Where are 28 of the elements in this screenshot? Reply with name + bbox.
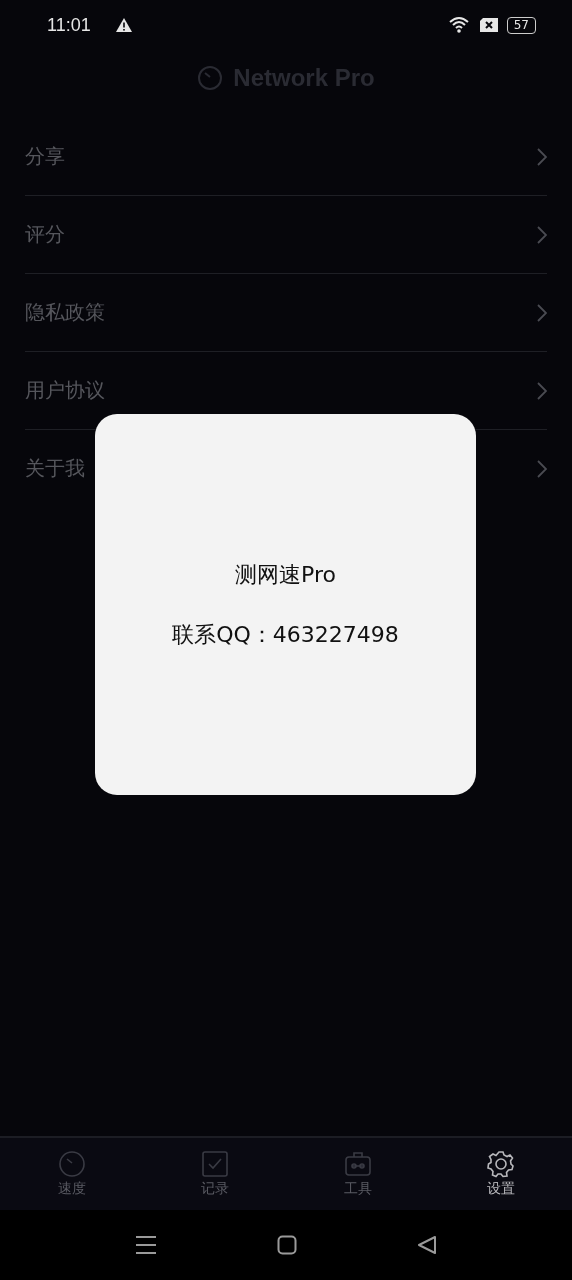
- menu-item[interactable]: 评分: [25, 196, 547, 274]
- warning-icon: [114, 17, 133, 33]
- menu-item[interactable]: 隐私政策: [25, 274, 547, 352]
- status-time: 11:01: [47, 14, 91, 36]
- chevron-icon: [537, 459, 547, 478]
- dialog-title: 测网速Pro: [235, 560, 336, 589]
- chevron-icon: [537, 225, 547, 244]
- battery-indicator: 57: [506, 16, 536, 34]
- wifi-icon: [448, 16, 471, 34]
- contact-text: 联系QQ：463227498: [172, 620, 399, 649]
- speedometer-icon: [57, 1150, 86, 1178]
- speedometer-icon: [197, 65, 224, 91]
- menu-item[interactable]: 分享: [25, 118, 547, 196]
- chevron-icon: [537, 303, 547, 322]
- back-icon[interactable]: [417, 1235, 437, 1255]
- checkbox-icon: [200, 1150, 229, 1178]
- tab[interactable]: 速度: [0, 1138, 143, 1210]
- menu-icon[interactable]: [135, 1235, 157, 1255]
- chevron-icon: [537, 147, 547, 166]
- tab[interactable]: 工具: [286, 1138, 429, 1210]
- tab[interactable]: 记录: [143, 1138, 286, 1210]
- chevron-icon: [537, 381, 547, 400]
- no-sim-icon: [478, 17, 499, 33]
- toolbox-icon: [343, 1150, 372, 1178]
- home-icon[interactable]: [277, 1235, 297, 1255]
- settings-icon: [486, 1150, 515, 1178]
- menu-item[interactable]: 关于我: [25, 430, 547, 507]
- tab[interactable]: 设置: [429, 1138, 572, 1210]
